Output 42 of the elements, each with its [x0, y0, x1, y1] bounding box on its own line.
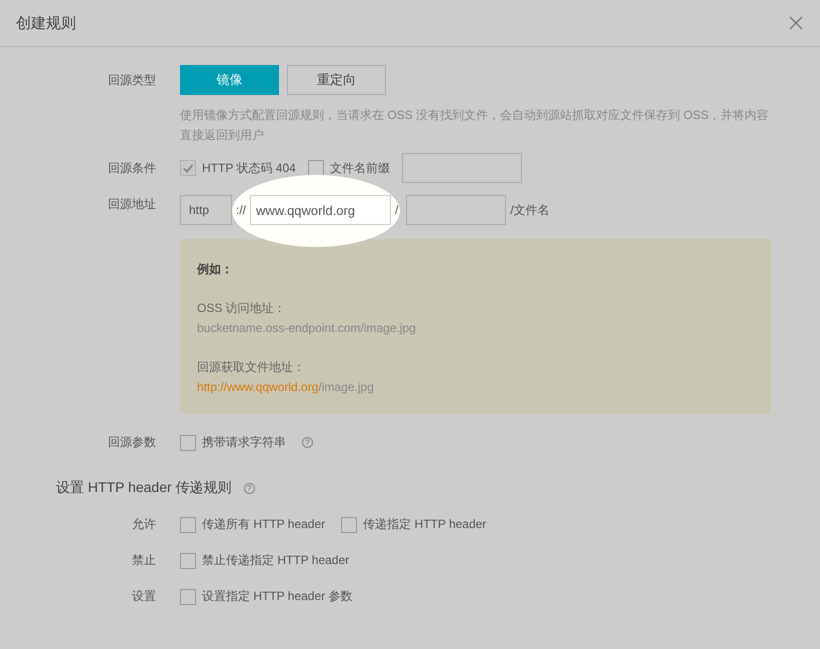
checkbox-label: 设置指定 HTTP header 参数: [202, 588, 352, 605]
domain-input[interactable]: www.qqworld.org: [250, 195, 392, 225]
field-label: 回源地址: [107, 196, 157, 212]
suffix-text: /文件名: [510, 202, 550, 218]
checkbox-label: 携带请求字符串: [202, 434, 286, 451]
checkbox[interactable]: [341, 516, 358, 532]
example-url: bucketname.oss-endpoint.com/image.jpg: [197, 320, 417, 337]
path-input[interactable]: [406, 195, 506, 225]
checkbox-label: 禁止传递指定 HTTP header: [202, 552, 350, 569]
checkbox-label: HTTP 状态码 404: [202, 160, 296, 176]
prefix-input[interactable]: [402, 153, 522, 183]
close-icon[interactable]: [789, 16, 803, 30]
protocol-select[interactable]: http: [180, 195, 232, 225]
example-url: /image.jpg: [318, 379, 374, 396]
field-label: 回源条件: [107, 160, 157, 176]
checkbox[interactable]: [180, 516, 196, 532]
checkbox[interactable]: [180, 552, 196, 568]
help-icon[interactable]: ?: [302, 437, 313, 448]
example-label: 回源获取文件地址：: [197, 359, 306, 376]
field-label: 禁止: [131, 552, 157, 569]
field-label: 允许: [131, 516, 157, 533]
dialog-title: 创建规则: [16, 14, 76, 32]
checkbox[interactable]: [308, 160, 324, 176]
checkbox-label: 传递所有 HTTP header: [202, 516, 326, 533]
field-label: 回源参数: [107, 434, 157, 451]
section-title: 设置 HTTP header 传递规则: [56, 479, 232, 497]
type-option[interactable]: 重定向: [287, 65, 386, 95]
example-heading: 例如：: [197, 261, 234, 278]
separator-text: /: [395, 203, 398, 217]
field-label: 回源类型: [107, 72, 157, 89]
checkbox[interactable]: [180, 434, 196, 450]
help-icon[interactable]: ?: [244, 482, 255, 494]
checkbox[interactable]: [180, 588, 196, 604]
checkbox-label: 传递指定 HTTP header: [363, 516, 486, 533]
description-text: 使用镜像方式配置回源规则，当请求在 OSS 没有找到文件，会自动到源站抓取对应文件保存到 OSS，并将内容直接返回到用户: [180, 107, 770, 144]
check-icon: [182, 162, 194, 174]
field-label: 设置: [131, 588, 157, 605]
checkbox-label: 文件名前缀: [330, 160, 390, 176]
example-label: OSS 访问地址：: [197, 300, 287, 317]
type-option[interactable]: 镜像: [180, 65, 279, 95]
origin-link[interactable]: http://www.qqworld.org: [197, 377, 318, 397]
separator-text: ://: [236, 203, 246, 217]
